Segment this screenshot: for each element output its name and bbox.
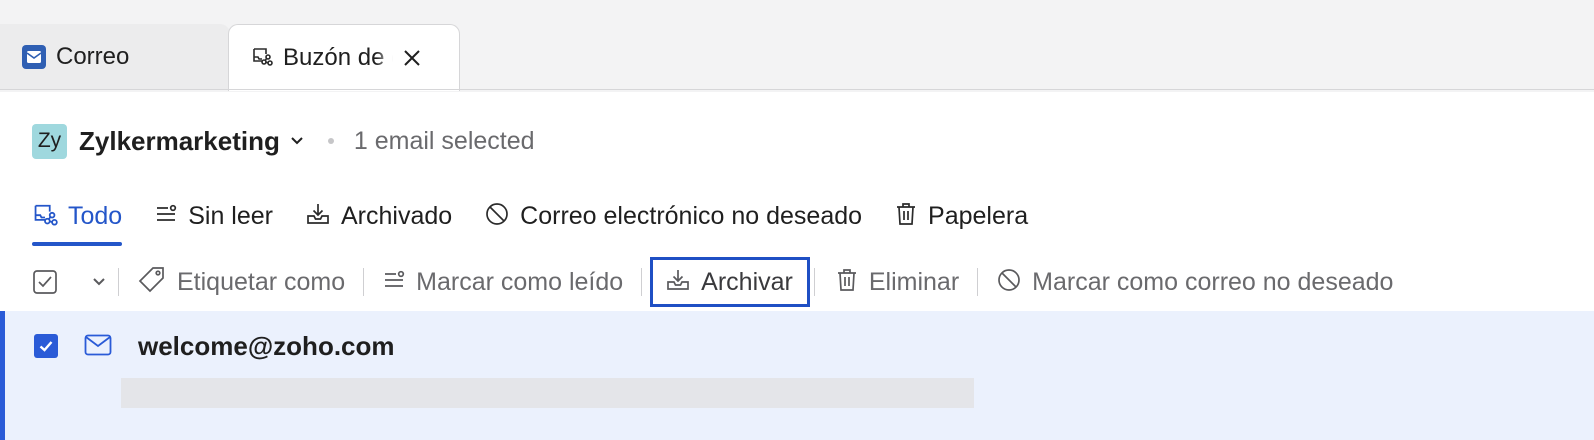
envelope-icon: [84, 334, 112, 361]
separator-dot: [327, 138, 334, 144]
tab-mail[interactable]: Correo: [0, 24, 230, 90]
tag-as-button[interactable]: Etiquetar como: [137, 260, 345, 304]
filter-trash[interactable]: Papelera: [894, 196, 1028, 236]
filter-spam-label: Correo electrónico no deseado: [520, 201, 863, 230]
tab-shared-mailbox-label: Buzón de correo compartido: [283, 44, 393, 71]
filter-unread[interactable]: Sin leer: [154, 196, 273, 236]
filter-archived[interactable]: Archivado: [305, 196, 452, 236]
mark-read-icon: [382, 268, 406, 297]
tab-bar-divider: [0, 89, 1594, 90]
chevron-down-icon[interactable]: [290, 136, 304, 146]
toolbar-divider: [363, 268, 365, 296]
mark-spam-button[interactable]: Marcar como correo no deseado: [996, 260, 1393, 304]
avatar: Zy: [32, 123, 67, 159]
tag-as-label: Etiquetar como: [177, 267, 346, 296]
toolbar-divider: [977, 268, 979, 296]
delete-button[interactable]: Eliminar: [835, 260, 959, 304]
check-icon: [39, 341, 53, 352]
tab-mail-label: Correo: [56, 43, 130, 70]
tag-icon: [137, 265, 167, 300]
toolbar-divider: [641, 268, 643, 296]
filter-archived-label: Archivado: [340, 201, 453, 230]
toolbar-divider: [813, 268, 815, 296]
select-all-checkbox[interactable]: [32, 260, 58, 304]
selection-status: 1 email selected: [353, 126, 535, 155]
action-toolbar: Etiquetar como Marcar como leído Archiva…: [32, 257, 1393, 307]
filter-all-label: Todo: [68, 201, 123, 230]
email-row-checkbox[interactable]: [34, 334, 58, 358]
archive-icon: [305, 201, 331, 232]
block-icon: [996, 267, 1022, 298]
filter-spam[interactable]: Correo electrónico no deseado: [484, 196, 862, 236]
shared-mailbox-icon: [32, 201, 58, 232]
account-name[interactable]: Zylkermarketing: [79, 126, 280, 157]
tab-shared-mailbox[interactable]: Buzón de correo compartido: [228, 24, 460, 91]
filter-trash-label: Papelera: [928, 201, 1029, 230]
account-header: Zy Zylkermarketing 1 email selected: [32, 122, 535, 160]
shared-mailbox-icon: [251, 45, 273, 72]
trash-icon: [894, 201, 918, 232]
filter-tabs: Todo Sin leer Archivado Correo electróni…: [32, 196, 1060, 250]
archive-button[interactable]: Archivar: [650, 257, 810, 307]
mark-spam-label: Marcar como correo no deseado: [1032, 267, 1394, 296]
archive-icon: [665, 267, 691, 298]
toolbar-divider: [118, 268, 119, 296]
archive-label: Archivar: [701, 267, 793, 296]
block-icon: [484, 201, 510, 232]
checkbox-icon: [33, 270, 57, 294]
close-icon[interactable]: [401, 47, 423, 69]
unread-icon: [154, 202, 178, 231]
select-options-dropdown[interactable]: [92, 260, 106, 304]
tab-bar: Correo Buzón de correo compartido: [0, 0, 1594, 92]
selection-accent-bar: [0, 311, 5, 440]
mark-read-label: Marcar como leído: [416, 267, 624, 296]
delete-label: Eliminar: [868, 267, 960, 296]
chevron-down-icon: [93, 278, 105, 286]
mail-icon: [22, 45, 46, 69]
mark-read-button[interactable]: Marcar como leído: [382, 260, 623, 304]
filter-unread-label: Sin leer: [188, 201, 273, 230]
filter-all[interactable]: Todo: [32, 196, 123, 246]
email-preview-placeholder: [121, 378, 974, 408]
email-sender: welcome@zoho.com: [138, 331, 395, 361]
trash-icon: [835, 266, 859, 299]
